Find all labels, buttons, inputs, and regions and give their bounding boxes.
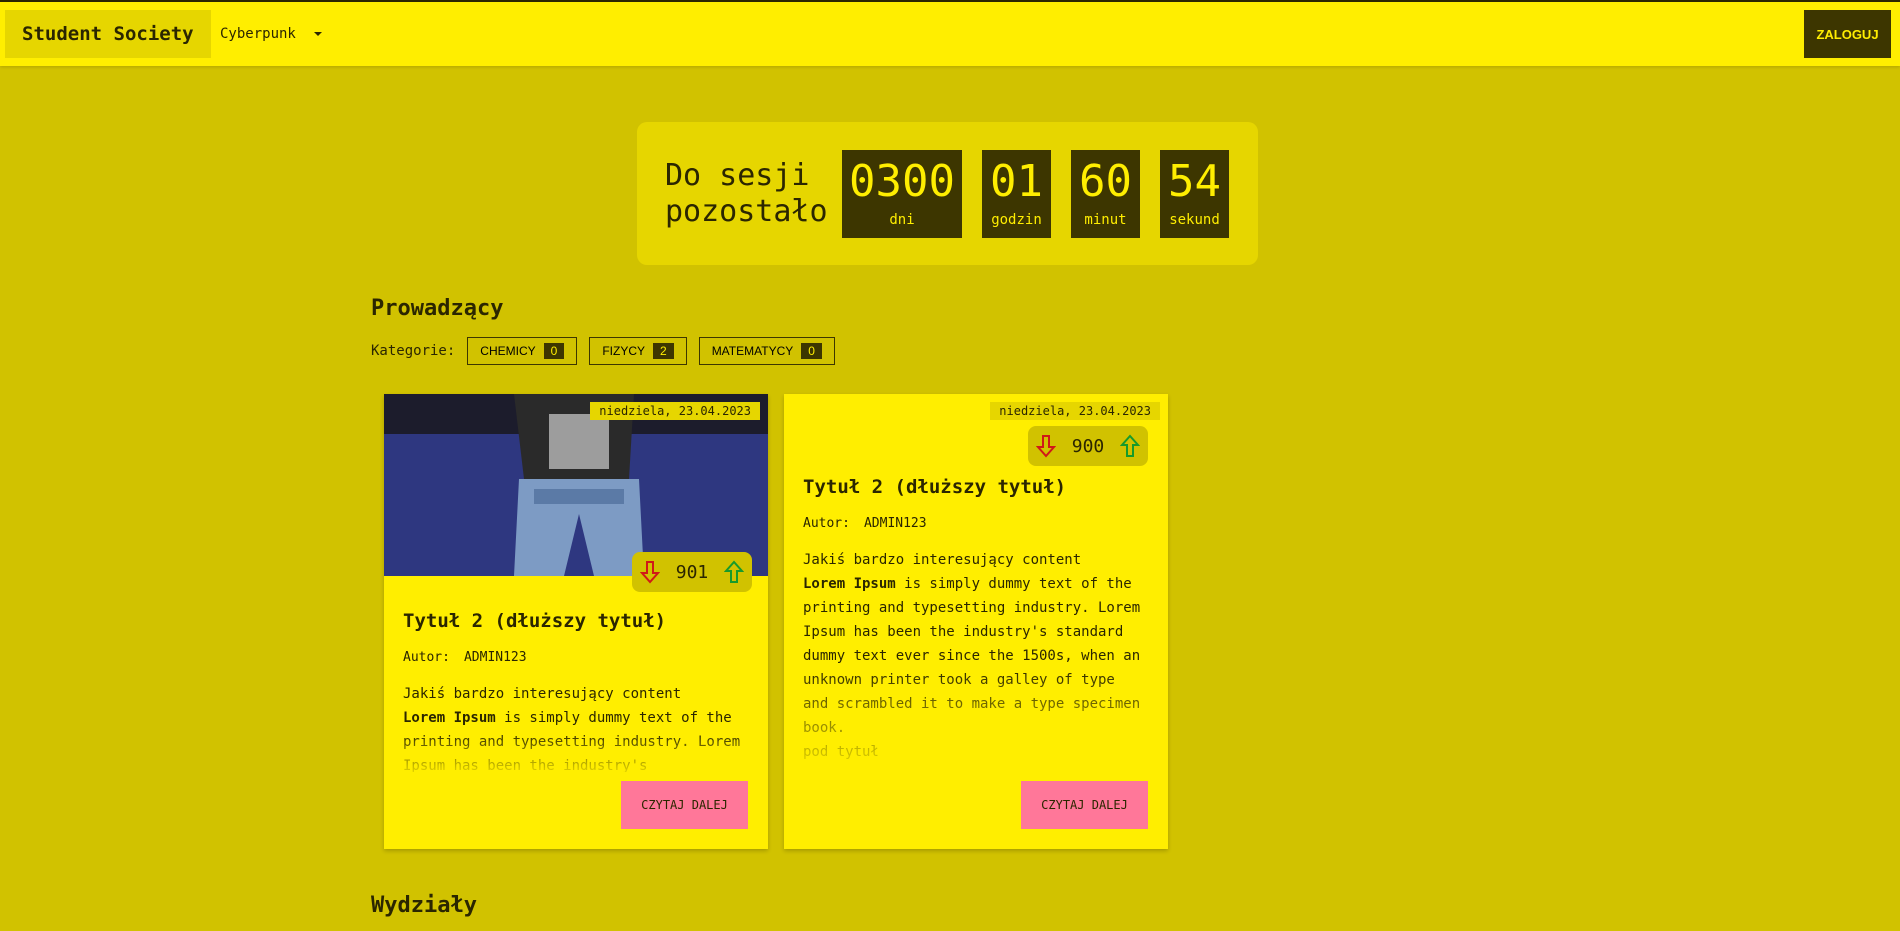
category-filter: Kategorie: CHEMICY 0 FIZYCY 2 MATEMATYCY… [371, 337, 835, 365]
post-date: niedziela, 23.04.2023 [990, 402, 1160, 420]
countdown-days: 0300 dni [842, 150, 962, 238]
post-excerpt: Jakiś bardzo interesujący content Lorem … [403, 682, 748, 772]
post-excerpt-bold: Lorem Ipsum [803, 576, 896, 592]
countdown-minutes: 60 minut [1071, 150, 1140, 238]
countdown-hours: 01 godzin [982, 150, 1051, 238]
category-name: CHEMICY [480, 344, 536, 358]
post-author: Autor: ADMIN123 [403, 650, 527, 665]
countdown-hours-value: 01 [990, 156, 1043, 207]
category-fizycy-button[interactable]: FIZYCY 2 [589, 337, 687, 365]
post-excerpt-rest: is simply dummy text of the printing and… [803, 576, 1141, 736]
theme-dropdown[interactable]: Cyberpunk [220, 10, 322, 58]
post-excerpt-text: Lorem Ipsum is simply dummy text of the … [803, 572, 1148, 740]
countdown-days-unit: dni [889, 212, 915, 228]
countdown-hours-unit: godzin [991, 212, 1042, 228]
vote-count: 900 [1071, 435, 1105, 457]
vote-count: 901 [675, 561, 709, 583]
downvote-arrow-icon[interactable] [639, 560, 660, 584]
countdown-days-value: 0300 [849, 156, 955, 207]
post-excerpt-intro: Jakiś bardzo interesujący content [403, 686, 682, 702]
author-name: ADMIN123 [863, 516, 927, 531]
post-excerpt-intro: Jakiś bardzo interesujący content [803, 552, 1082, 568]
countdown-seconds-unit: sekund [1169, 212, 1220, 228]
post-card: niedziela, 23.04.2023 901 Tytuł 2 (dłużs… [384, 394, 768, 849]
category-name: MATEMATYCY [711, 344, 794, 358]
countdown-minutes-value: 60 [1079, 156, 1132, 207]
post-date: niedziela, 23.04.2023 [590, 402, 760, 420]
post-excerpt-subtitle: pod tytuł [803, 744, 879, 760]
photo-placeholder [384, 394, 768, 576]
post-author: Autor: ADMIN123 [803, 516, 927, 531]
chevron-down-icon [313, 32, 322, 36]
vote-widget: 901 [632, 552, 752, 592]
category-count-badge: 2 [653, 343, 674, 359]
login-button[interactable]: ZALOGUJ [1804, 10, 1891, 58]
post-excerpt-bold: Lorem Ipsum [403, 710, 496, 726]
category-count-badge: 0 [801, 343, 822, 359]
countdown-minutes-unit: minut [1084, 212, 1127, 228]
countdown-seconds: 54 sekund [1160, 150, 1229, 238]
category-name: FIZYCY [602, 344, 645, 358]
read-more-button[interactable]: CZYTAJ DALEJ [1021, 781, 1148, 829]
session-countdown: Do sesji pozostało 0300 dni 01 godzin 60… [637, 122, 1258, 265]
countdown-label: Do sesji pozostało [665, 158, 828, 229]
post-title[interactable]: Tytuł 2 (dłuższy tytuł) [403, 610, 666, 632]
author-label: Autor: [403, 650, 450, 665]
post-excerpt: Jakiś bardzo interesujący content Lorem … [803, 548, 1148, 764]
categories-label: Kategorie: [371, 343, 456, 359]
countdown-seconds-value: 54 [1168, 156, 1221, 207]
author-name: ADMIN123 [463, 650, 527, 665]
upvote-arrow-icon[interactable] [1120, 434, 1141, 458]
vote-widget: 900 [1028, 426, 1148, 466]
post-excerpt-text: Lorem Ipsum is simply dummy text of the … [403, 706, 748, 772]
post-thumbnail-image: niedziela, 23.04.2023 [384, 394, 768, 576]
category-chemicy-button[interactable]: CHEMICY 0 [467, 337, 578, 365]
upvote-arrow-icon[interactable] [724, 560, 745, 584]
faculties-heading: Wydziały [371, 893, 477, 918]
downvote-arrow-icon[interactable] [1035, 434, 1056, 458]
lecturers-heading: Prowadzący [371, 296, 504, 321]
read-more-button[interactable]: CZYTAJ DALEJ [621, 781, 748, 829]
author-label: Autor: [803, 516, 850, 531]
brand-logo[interactable]: Student Society [5, 10, 211, 58]
post-title[interactable]: Tytuł 2 (dłuższy tytuł) [803, 476, 1066, 498]
post-card: niedziela, 23.04.2023 900 Tytuł 2 (dłużs… [784, 394, 1168, 849]
category-matematycy-button[interactable]: MATEMATYCY 0 [698, 337, 835, 365]
category-count-badge: 0 [543, 343, 565, 359]
theme-dropdown-label: Cyberpunk [220, 26, 296, 42]
top-navbar: Student Society Cyberpunk ZALOGUJ [0, 0, 1900, 66]
